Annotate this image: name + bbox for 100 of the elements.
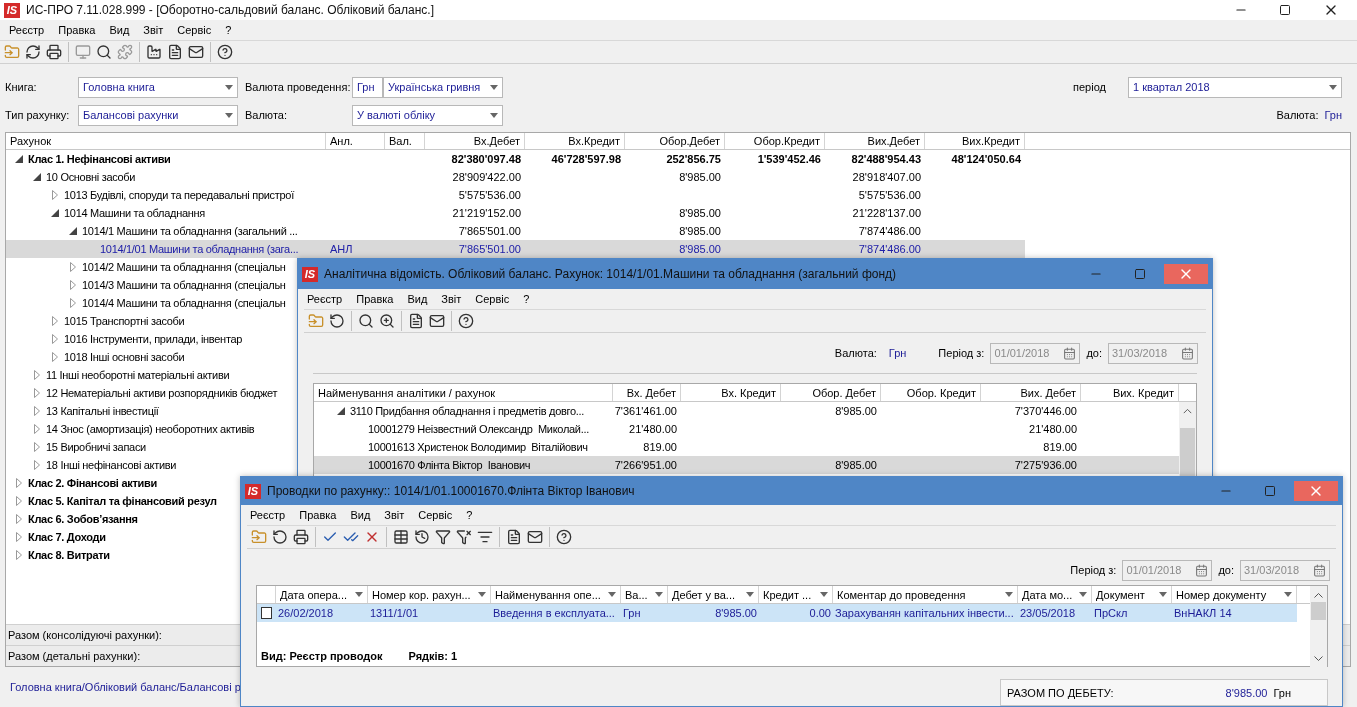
column-header[interactable]: Документ [1092,586,1172,603]
refresh-icon[interactable] [25,44,41,60]
zoom-in-icon[interactable] [379,313,395,329]
menu-item[interactable]: Сервіс [411,509,460,521]
collapsed-arrow-icon[interactable] [34,406,40,416]
currency-code-field[interactable]: Грн [352,76,383,98]
column-header[interactable]: Вал. [385,133,425,149]
column-header[interactable]: Обор. Дебет [781,384,881,401]
account-name[interactable]: 1016 Інструменти, прилади, інвентар [64,333,243,345]
collapsed-arrow-icon[interactable] [16,478,22,488]
envelope-icon[interactable] [527,529,543,545]
account-name[interactable]: Клас 7. Доходи [28,531,106,543]
expanded-arrow-icon[interactable] [51,209,59,217]
filter-caret-icon[interactable] [746,592,754,597]
column-header[interactable]: Анл. [326,133,385,149]
account-type-dropdown[interactable]: Балансові рахунки [78,104,238,126]
account-name[interactable]: 1018 Інші основні засоби [64,351,185,363]
menu-item[interactable]: ? [459,509,480,521]
printer-icon[interactable] [293,529,309,545]
menu-item[interactable]: Реєстр [300,293,350,305]
table-icon[interactable] [393,529,409,545]
collapsed-arrow-icon[interactable] [70,280,76,290]
menu-item[interactable]: Правка [292,509,344,521]
account-name[interactable]: Клас 5. Капітал та фінансовий резул [28,495,217,507]
column-header[interactable]: Обор.Дебет [625,133,725,149]
column-header[interactable]: Вих.Дебет [825,133,925,149]
account-name[interactable]: 11 Інші необоротні матеріальні активи [46,369,230,381]
account-name[interactable]: 1015 Транспортні засоби [64,315,185,327]
menu-item[interactable]: Звіт [136,24,171,36]
selected-row-highlight[interactable]: 10001670 Флінта Віктор Іванович 7'266'951.00 8'985.00 7'275'936.00 [314,456,1179,474]
column-header[interactable]: Кредит ... [759,586,833,603]
caret-icon[interactable] [490,112,498,118]
filter-clear-icon[interactable] [456,529,472,545]
collapsed-arrow-icon[interactable] [34,370,40,380]
column-header[interactable]: Вх. Дебет [613,384,681,401]
collapsed-arrow-icon[interactable] [52,190,58,200]
scrollbar[interactable] [1310,586,1327,668]
account-name[interactable]: 3110 Придбання обладнання і предметів довго... [350,405,585,417]
column-header[interactable]: Коментар до проведення [833,586,1018,603]
menu-item[interactable]: Вид [102,24,137,36]
collapsed-arrow-icon[interactable] [70,298,76,308]
menu-item[interactable]: Правка [51,24,103,36]
account-name[interactable]: 14 Знос (амортизація) необоротних активів [46,423,255,435]
filter-caret-icon[interactable] [478,592,486,597]
help-icon[interactable] [458,313,474,329]
menu-item[interactable]: Звіт [434,293,469,305]
search-icon[interactable] [358,313,374,329]
scroll-up-icon[interactable] [1183,408,1192,414]
collapsed-arrow-icon[interactable] [34,442,40,452]
table-row[interactable]: 26/02/2018 1311/1/01 Введення в експлуата... Грн 8'985.00 0.00 Зарахуванян капітальних інвести... 23/05/2018 ПрСкл ВнНАКЛ 14 [257,604,1297,622]
currency-mode-dropdown[interactable]: У валюті обліку [352,104,503,126]
account-name[interactable]: 18 Інші нефінансові активи [46,459,177,471]
period-dropdown[interactable]: 1 квартал 2018 [1128,76,1342,98]
account-name[interactable]: 1014/1 Машини та обладнання (загальний ... [82,225,298,237]
account-name[interactable]: 12 Нематеріальні активи розпорядників бюджет [46,387,278,399]
account-name[interactable]: 10 Основні засоби [46,171,136,183]
column-header[interactable]: Найменування аналітики / рахунок [314,384,613,401]
menu-item[interactable]: ? [516,293,537,305]
expanded-arrow-icon[interactable] [69,227,77,235]
caret-icon[interactable] [490,84,498,90]
account-name[interactable]: 1014/2 Машини та обладнання (спеціальн [82,261,286,273]
collapsed-arrow-icon[interactable] [34,460,40,470]
column-header[interactable]: Вх.Кредит [525,133,625,149]
scroll-up-icon[interactable] [1314,592,1323,598]
factory-icon[interactable] [146,44,162,60]
account-name[interactable]: 13 Капітальні інвестиції [46,405,159,417]
book-dropdown[interactable]: Головна книга [78,76,238,98]
menu-item[interactable]: Звіт [377,509,412,521]
collapsed-arrow-icon[interactable] [16,550,22,560]
account-name[interactable]: Клас 6. Зобов’язання [28,513,138,525]
printer-icon[interactable] [46,44,62,60]
expanded-arrow-icon[interactable] [33,173,41,181]
column-header[interactable]: Вих.Кредит [925,133,1025,149]
scroll-thumb[interactable] [1311,602,1326,620]
collapsed-arrow-icon[interactable] [52,316,58,326]
help-icon[interactable] [556,529,572,545]
column-header[interactable]: Вх. Кредит [681,384,781,401]
collapsed-arrow-icon[interactable] [70,262,76,272]
checkbox[interactable] [261,607,272,619]
column-header[interactable]: Дата мо... [1018,586,1092,603]
collapsed-arrow-icon[interactable] [34,388,40,398]
account-name[interactable]: Клас 1. Нефінансові активи [28,153,171,165]
filter-caret-icon[interactable] [1159,592,1167,597]
document-icon[interactable] [167,44,183,60]
caret-icon[interactable] [225,84,233,90]
menu-item[interactable]: ? [218,24,239,36]
calendar-icon[interactable] [1181,346,1194,360]
collapsed-arrow-icon[interactable] [52,352,58,362]
envelope-icon[interactable] [188,44,204,60]
scroll-down-icon[interactable] [1314,656,1323,662]
account-name[interactable]: 15 Виробничі запаси [46,441,146,453]
menu-item[interactable]: Сервіс [170,24,219,36]
filter-caret-icon[interactable] [355,592,363,597]
help-icon[interactable] [217,44,233,60]
collapsed-arrow-icon[interactable] [16,532,22,542]
document-icon[interactable] [506,529,522,545]
column-header[interactable]: Вих. Кредит [1081,384,1179,401]
column-header[interactable]: Номер кор. рахун... [368,586,491,603]
refresh-icon[interactable] [272,529,288,545]
account-name[interactable]: 10001279 Неізвестний Олександр Миколай... [368,423,589,435]
